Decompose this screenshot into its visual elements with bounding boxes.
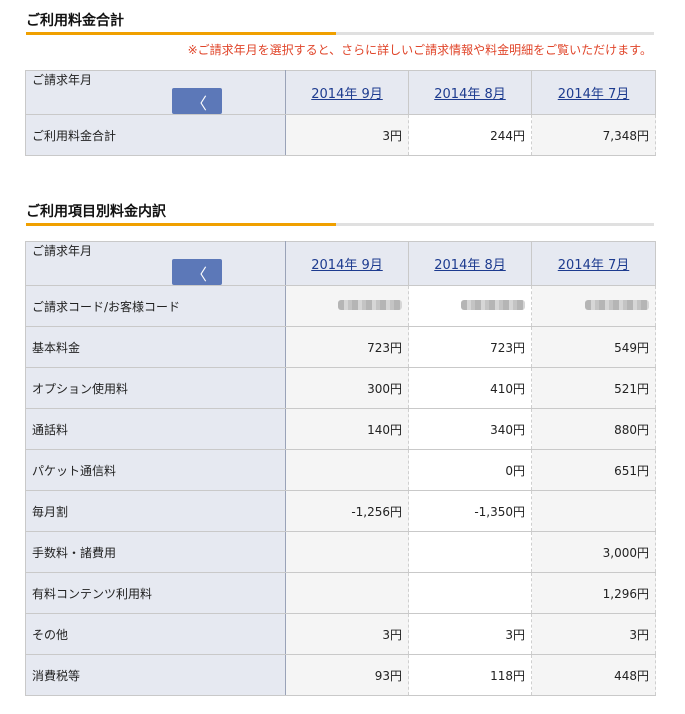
month-link-sep[interactable]: 2014年 9月	[311, 87, 383, 102]
code-value	[408, 285, 532, 327]
row-label: 基本料金	[25, 326, 286, 368]
row-value	[285, 449, 409, 491]
billing-month-label: ご請求年月	[32, 244, 93, 258]
month-cell: 2014年 7月	[531, 241, 656, 286]
code-row: ご請求コード/お客様コード	[25, 285, 656, 327]
row-value: -1,350円	[408, 490, 532, 532]
month-cell: 2014年 9月	[285, 70, 409, 115]
row-value: 448円	[531, 654, 656, 696]
summary-title-underline	[26, 32, 654, 35]
redacted-code	[585, 300, 649, 310]
row-value: 140円	[285, 408, 409, 450]
summary-title: ご利用料金合計	[26, 13, 124, 29]
row-value: 1,296円	[531, 572, 656, 614]
row-value: 300円	[285, 367, 409, 409]
table-row: オプション使用料 300円 410円 521円	[25, 367, 656, 409]
row-value: -1,256円	[285, 490, 409, 532]
code-value	[285, 285, 409, 327]
row-value	[531, 490, 656, 532]
chevron-left-icon: 〈	[191, 265, 208, 284]
table-row: 毎月割 -1,256円 -1,350円	[25, 490, 656, 532]
billing-month-header: ご請求年月 〈	[25, 70, 286, 115]
row-label: 毎月割	[25, 490, 286, 532]
row-value	[285, 531, 409, 573]
row-value: 410円	[408, 367, 532, 409]
total-value: 244円	[408, 114, 532, 156]
select-month-note: ※ご請求年月を選択すると、さらに詳しいご請求情報や料金明細をご覧いただけます。	[187, 43, 652, 57]
chevron-left-icon: 〈	[191, 94, 208, 113]
code-value	[531, 285, 656, 327]
code-label: ご請求コード/お客様コード	[25, 285, 286, 327]
prev-months-button[interactable]: 〈	[172, 88, 222, 114]
redacted-code	[461, 300, 525, 310]
month-link-jul[interactable]: 2014年 7月	[558, 258, 630, 273]
total-label: ご利用料金合計	[25, 114, 286, 156]
month-cell: 2014年 8月	[408, 70, 532, 115]
total-row: ご利用料金合計 3円 244円 7,348円	[25, 114, 656, 156]
month-link-sep[interactable]: 2014年 9月	[311, 258, 383, 273]
breakdown-title-underline	[26, 223, 654, 226]
table-row: 基本料金 723円 723円 549円	[25, 326, 656, 368]
table-row: その他 3円 3円 3円	[25, 613, 656, 655]
row-value: 651円	[531, 449, 656, 491]
row-value	[408, 531, 532, 573]
month-cell: 2014年 8月	[408, 241, 532, 286]
row-label: オプション使用料	[25, 367, 286, 409]
row-label: その他	[25, 613, 286, 655]
table-row: 通話料 140円 340円 880円	[25, 408, 656, 450]
table-row: 有料コンテンツ利用料 1,296円	[25, 572, 656, 614]
billing-month-label: ご請求年月	[32, 73, 93, 87]
month-cell: 2014年 7月	[531, 70, 656, 115]
row-value: 3円	[285, 613, 409, 655]
row-value: 118円	[408, 654, 532, 696]
row-value: 521円	[531, 367, 656, 409]
row-label: 手数料・諸費用	[25, 531, 286, 573]
total-value: 7,348円	[531, 114, 656, 156]
row-value	[285, 572, 409, 614]
redacted-code	[338, 300, 402, 310]
row-value: 340円	[408, 408, 532, 450]
row-value: 93円	[285, 654, 409, 696]
month-link-jul[interactable]: 2014年 7月	[558, 87, 630, 102]
table-row: 消費税等 93円 118円 448円	[25, 654, 656, 696]
month-link-aug[interactable]: 2014年 8月	[434, 258, 506, 273]
billing-month-header: ご請求年月 〈	[25, 241, 286, 286]
row-value: 880円	[531, 408, 656, 450]
breakdown-title: ご利用項目別料金内訳	[26, 204, 166, 220]
row-value: 3,000円	[531, 531, 656, 573]
table-row: パケット通信料 0円 651円	[25, 449, 656, 491]
summary-header-row: ご請求年月 〈 2014年 9月 2014年 8月 2014年 7月	[25, 70, 656, 115]
row-value: 723円	[285, 326, 409, 368]
row-label: 有料コンテンツ利用料	[25, 572, 286, 614]
row-label: 通話料	[25, 408, 286, 450]
row-value	[408, 572, 532, 614]
month-cell: 2014年 9月	[285, 241, 409, 286]
row-label: 消費税等	[25, 654, 286, 696]
row-value: 3円	[408, 613, 532, 655]
breakdown-table: ご請求年月 〈 2014年 9月 2014年 8月 2014年 7月 ご請求コー…	[25, 241, 656, 696]
row-value: 3円	[531, 613, 656, 655]
row-value: 0円	[408, 449, 532, 491]
month-link-aug[interactable]: 2014年 8月	[434, 87, 506, 102]
row-value: 549円	[531, 326, 656, 368]
row-value: 723円	[408, 326, 532, 368]
table-row: 手数料・諸費用 3,000円	[25, 531, 656, 573]
total-value: 3円	[285, 114, 409, 156]
row-label: パケット通信料	[25, 449, 286, 491]
breakdown-header-row: ご請求年月 〈 2014年 9月 2014年 8月 2014年 7月	[25, 241, 656, 286]
summary-table: ご請求年月 〈 2014年 9月 2014年 8月 2014年 7月 ご利用料金…	[25, 70, 656, 156]
prev-months-button[interactable]: 〈	[172, 259, 222, 285]
